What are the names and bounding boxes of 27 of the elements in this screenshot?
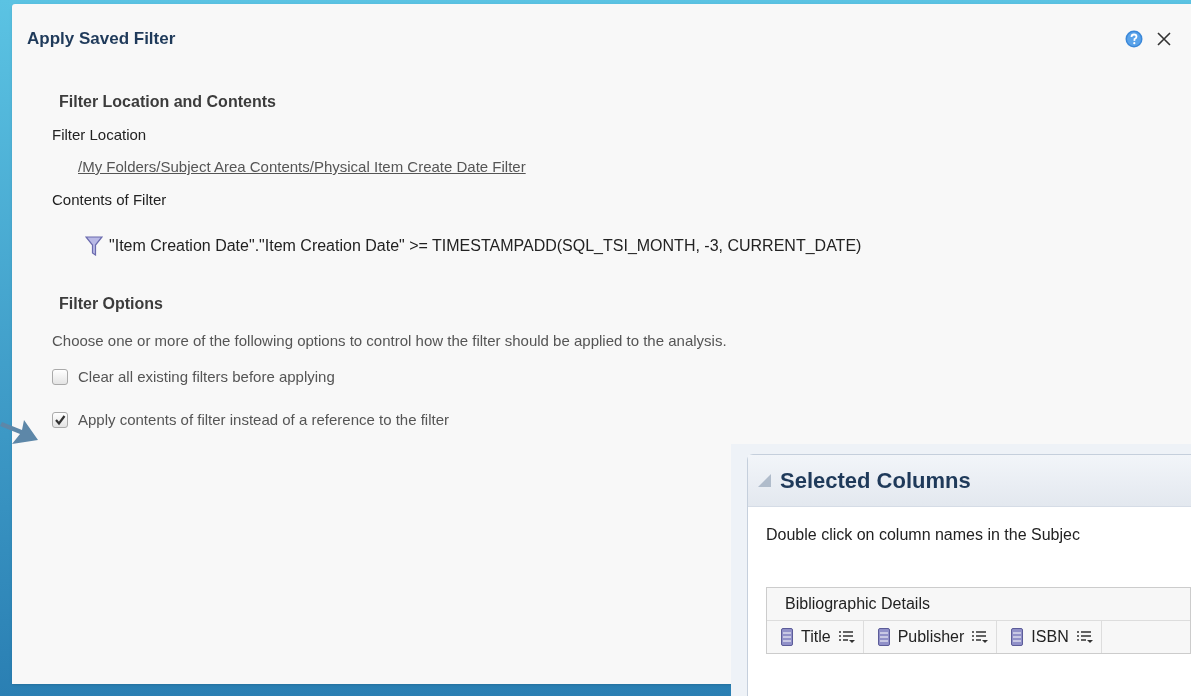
section-heading: Filter Location and Contents xyxy=(59,91,277,112)
option-label: Clear all existing filters before applying xyxy=(78,367,335,387)
column-icon xyxy=(1011,628,1024,646)
checkbox[interactable] xyxy=(52,369,68,386)
column-header[interactable]: Publisher xyxy=(863,621,998,653)
instruction-text: Double click on column names in the Subjec xyxy=(765,525,1081,545)
column-group-header: Bibliographic Details xyxy=(767,588,1190,621)
option-label: Apply contents of filter instead of a reference to the filter xyxy=(78,409,450,430)
sort-menu-icon[interactable] xyxy=(972,630,989,644)
column-header[interactable]: ISBN xyxy=(997,621,1102,653)
section-heading: Filter Options xyxy=(59,293,164,314)
options-description: Choose one or more of the following options to control how the filter should be applied to the analysis. xyxy=(52,330,728,351)
field-label: Contents of Filter xyxy=(52,190,168,210)
dialog-title: Apply Saved Filter xyxy=(27,28,176,50)
panel-title: Selected Columns xyxy=(780,467,971,495)
column-icon xyxy=(877,628,890,646)
sort-menu-icon[interactable] xyxy=(838,630,855,644)
column-header[interactable]: Title xyxy=(767,621,864,653)
filter-expression: "Item Creation Date"."Item Creation Date" >= TIMESTAMPADD(SQL_TSI_MONTH, -3, CURRENT_DATE) xyxy=(109,235,862,256)
filter-location-link[interactable]: /My Folders/Subject Area Contents/Physical Item Create Date Filter xyxy=(78,156,526,179)
checkbox[interactable] xyxy=(52,411,68,428)
close-icon[interactable] xyxy=(1157,31,1171,46)
column-icon xyxy=(781,628,793,646)
funnel-icon xyxy=(85,235,103,256)
help-icon[interactable] xyxy=(1125,29,1143,48)
sort-menu-icon[interactable] xyxy=(1076,630,1093,644)
field-label: Filter Location xyxy=(52,124,148,145)
